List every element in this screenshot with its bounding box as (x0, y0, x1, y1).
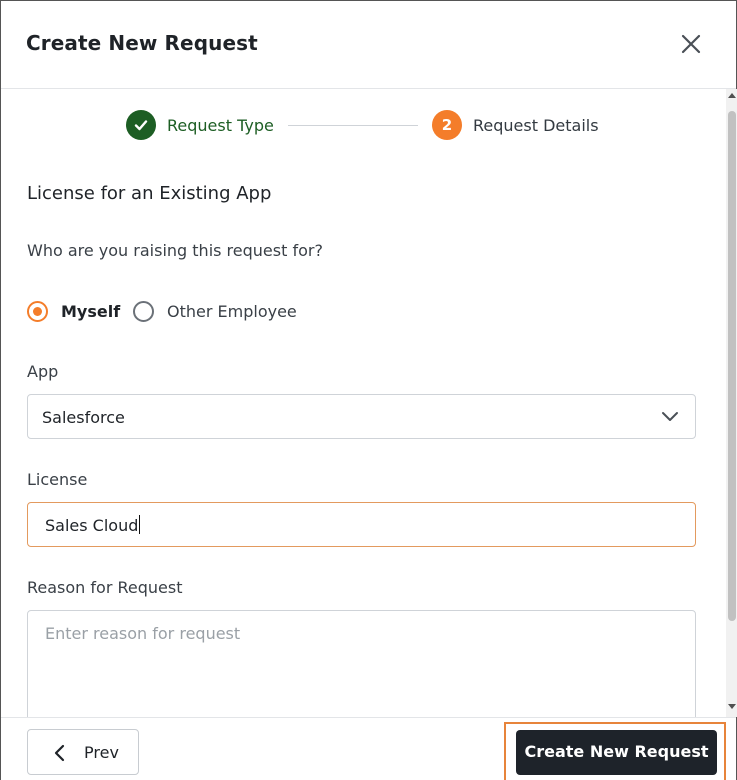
stepper: Request Type 2 Request Details (1, 89, 726, 161)
reason-textarea[interactable]: Enter reason for request (27, 610, 696, 730)
check-icon (126, 110, 156, 140)
scroll-up-arrow-icon[interactable] (728, 93, 736, 98)
app-label: App (27, 362, 59, 381)
chevron-down-icon (660, 408, 680, 426)
create-new-request-button[interactable]: Create New Request (516, 730, 717, 775)
dialog-title: Create New Request (26, 31, 258, 55)
license-label: License (27, 470, 88, 489)
reason-label: Reason for Request (27, 578, 183, 597)
scrollbar-thumb[interactable] (728, 111, 736, 621)
step-connector (288, 125, 418, 126)
create-button-label: Create New Request (524, 742, 709, 761)
dialog-header: Create New Request (1, 1, 736, 89)
close-icon[interactable] (677, 30, 705, 58)
license-input-value: Sales Cloud (45, 516, 139, 535)
dialog-footer: Prev Create New Request (1, 717, 736, 780)
radio-myself-label[interactable]: Myself (61, 302, 120, 321)
create-request-dialog: Create New Request Request Type 2 Reques… (0, 0, 737, 780)
request-for-question: Who are you raising this request for? (27, 241, 323, 260)
app-select[interactable]: Salesforce (27, 394, 696, 439)
radio-other-employee[interactable] (133, 301, 154, 322)
prev-button[interactable]: Prev (27, 729, 139, 775)
step-number-badge: 2 (432, 110, 462, 140)
radio-other-employee-label[interactable]: Other Employee (167, 302, 297, 321)
prev-button-label: Prev (84, 743, 119, 762)
radio-myself[interactable] (27, 301, 48, 322)
section-title: License for an Existing App (27, 183, 272, 204)
reason-placeholder: Enter reason for request (45, 624, 241, 643)
chevron-left-icon (52, 744, 66, 762)
step-request-details: Request Details (473, 116, 599, 135)
license-input[interactable]: Sales Cloud (27, 502, 696, 547)
scroll-down-arrow-icon[interactable] (728, 704, 736, 709)
step-request-type[interactable]: Request Type (167, 116, 274, 135)
app-select-value: Salesforce (42, 408, 125, 427)
text-caret (139, 515, 141, 534)
